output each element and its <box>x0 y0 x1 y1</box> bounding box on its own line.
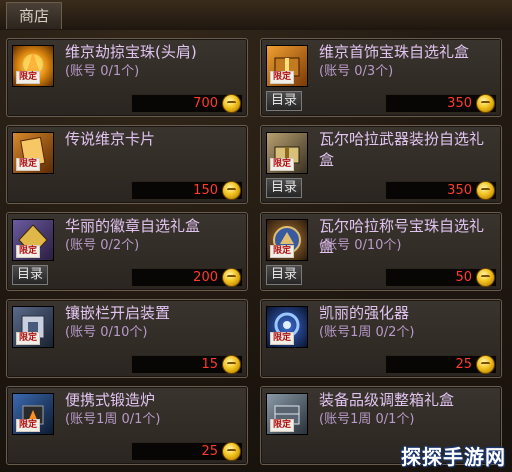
item-name: 传说维京卡片 <box>65 130 156 148</box>
shop-item-card[interactable]: 限定 目录 瓦尔哈拉武器装扮自选礼盒 350 <box>260 125 502 204</box>
top-strip <box>0 0 512 30</box>
item-name: 瓦尔哈拉武器装扮自选礼盒 <box>319 130 485 169</box>
gift-box-icon: 限定 <box>266 45 308 87</box>
shop-item-card[interactable]: 限定 目录 华丽的徽章自选礼盒 (账号 0/2个) 200 <box>6 212 248 291</box>
catalog-button[interactable]: 目录 <box>266 265 302 285</box>
limited-badge: 限定 <box>16 332 41 345</box>
gift-box-icon: 限定 <box>266 132 308 174</box>
shop-item-card[interactable]: 限定 镶嵌栏开启装置 (账号 0/10个) 15 <box>6 299 248 378</box>
limited-badge: 限定 <box>270 419 295 432</box>
item-name: 凯丽的强化器 <box>319 304 410 322</box>
coin-icon <box>222 442 241 461</box>
limited-badge: 限定 <box>270 245 295 258</box>
shop-item-card[interactable]: 限定 目录 维京首饰宝珠自选礼盒 (账号 0/3个) 350 <box>260 38 502 117</box>
price-bar: 25 <box>131 442 243 461</box>
price-value: 350 <box>447 183 472 198</box>
price-value: 25 <box>455 357 472 372</box>
coin-icon <box>476 268 495 287</box>
price-bar: 700 <box>131 94 243 113</box>
item-limit: (账号1周 0/1个) <box>65 412 161 427</box>
shop-item-card[interactable]: 限定 传说维京卡片 150 <box>6 125 248 204</box>
price-value: 150 <box>193 183 218 198</box>
item-name: 装备品级调整箱礼盒 <box>319 391 455 409</box>
limited-badge: 限定 <box>16 419 41 432</box>
limited-badge: 限定 <box>16 71 41 84</box>
price-value: 50 <box>455 270 472 285</box>
shop-item-card[interactable]: 限定 目录 瓦尔哈拉称号宝珠自选礼盒 (账号 0/10个) 50 <box>260 212 502 291</box>
limited-badge: 限定 <box>270 158 295 171</box>
item-name: 维京劫掠宝珠(头肩) <box>65 43 197 61</box>
coin-icon <box>476 181 495 200</box>
price-bar: 350 <box>385 181 497 200</box>
limited-badge: 限定 <box>16 245 41 258</box>
equip-box-icon: 限定 <box>266 393 308 435</box>
item-name: 维京首饰宝珠自选礼盒 <box>319 43 470 61</box>
shop-item-card[interactable]: 限定 维京劫掠宝珠(头肩) (账号 0/1个) 700 <box>6 38 248 117</box>
coin-icon <box>476 94 495 113</box>
shop-item-card[interactable]: 限定 凯丽的强化器 (账号1周 0/2个) 25 <box>260 299 502 378</box>
item-name: 华丽的徽章自选礼盒 <box>65 217 201 235</box>
item-limit: (账号1周 0/2个) <box>319 325 415 340</box>
price-value: 15 <box>201 357 218 372</box>
limited-badge: 限定 <box>270 332 295 345</box>
coin-icon <box>476 355 495 374</box>
price-value: 350 <box>447 96 472 111</box>
forge-icon: 限定 <box>12 393 54 435</box>
price-bar: 25 <box>385 355 497 374</box>
item-limit: (账号1周 0/1个) <box>319 412 415 427</box>
coin-icon <box>222 355 241 374</box>
price-bar: 200 <box>131 268 243 287</box>
item-limit: (账号 0/10个) <box>65 325 148 340</box>
price-bar: 15 <box>131 355 243 374</box>
title-orb-icon: 限定 <box>266 219 308 261</box>
price-value: 700 <box>193 96 218 111</box>
shop-item-card[interactable]: 限定 便携式锻造炉 (账号1周 0/1个) 25 <box>6 386 248 465</box>
socket-icon: 限定 <box>12 306 54 348</box>
item-name: 便携式锻造炉 <box>65 391 156 409</box>
item-limit: (账号 0/1个) <box>65 64 140 79</box>
price-bar: 50 <box>385 268 497 287</box>
emblem-icon: 限定 <box>12 219 54 261</box>
coin-icon <box>222 181 241 200</box>
price-bar: 350 <box>385 94 497 113</box>
tab-shop[interactable]: 商店 <box>6 2 62 29</box>
watermark-logo: 探探手游网 <box>401 445 506 469</box>
item-limit: (账号 0/2个) <box>65 238 140 253</box>
price-value: 200 <box>193 270 218 285</box>
enhancer-icon: 限定 <box>266 306 308 348</box>
item-name: 镶嵌栏开启装置 <box>65 304 171 322</box>
limited-badge: 限定 <box>16 158 41 171</box>
catalog-button[interactable]: 目录 <box>266 91 302 111</box>
coin-icon <box>222 268 241 287</box>
price-value: 25 <box>201 444 218 459</box>
fire-orb-icon: 限定 <box>12 45 54 87</box>
card-icon: 限定 <box>12 132 54 174</box>
catalog-button[interactable]: 目录 <box>266 178 302 198</box>
limited-badge: 限定 <box>270 71 295 84</box>
catalog-button[interactable]: 目录 <box>12 265 48 285</box>
coin-icon <box>222 94 241 113</box>
item-limit: (账号 0/3个) <box>319 64 394 79</box>
item-limit: (账号 0/10个) <box>319 238 402 253</box>
price-bar: 150 <box>131 181 243 200</box>
